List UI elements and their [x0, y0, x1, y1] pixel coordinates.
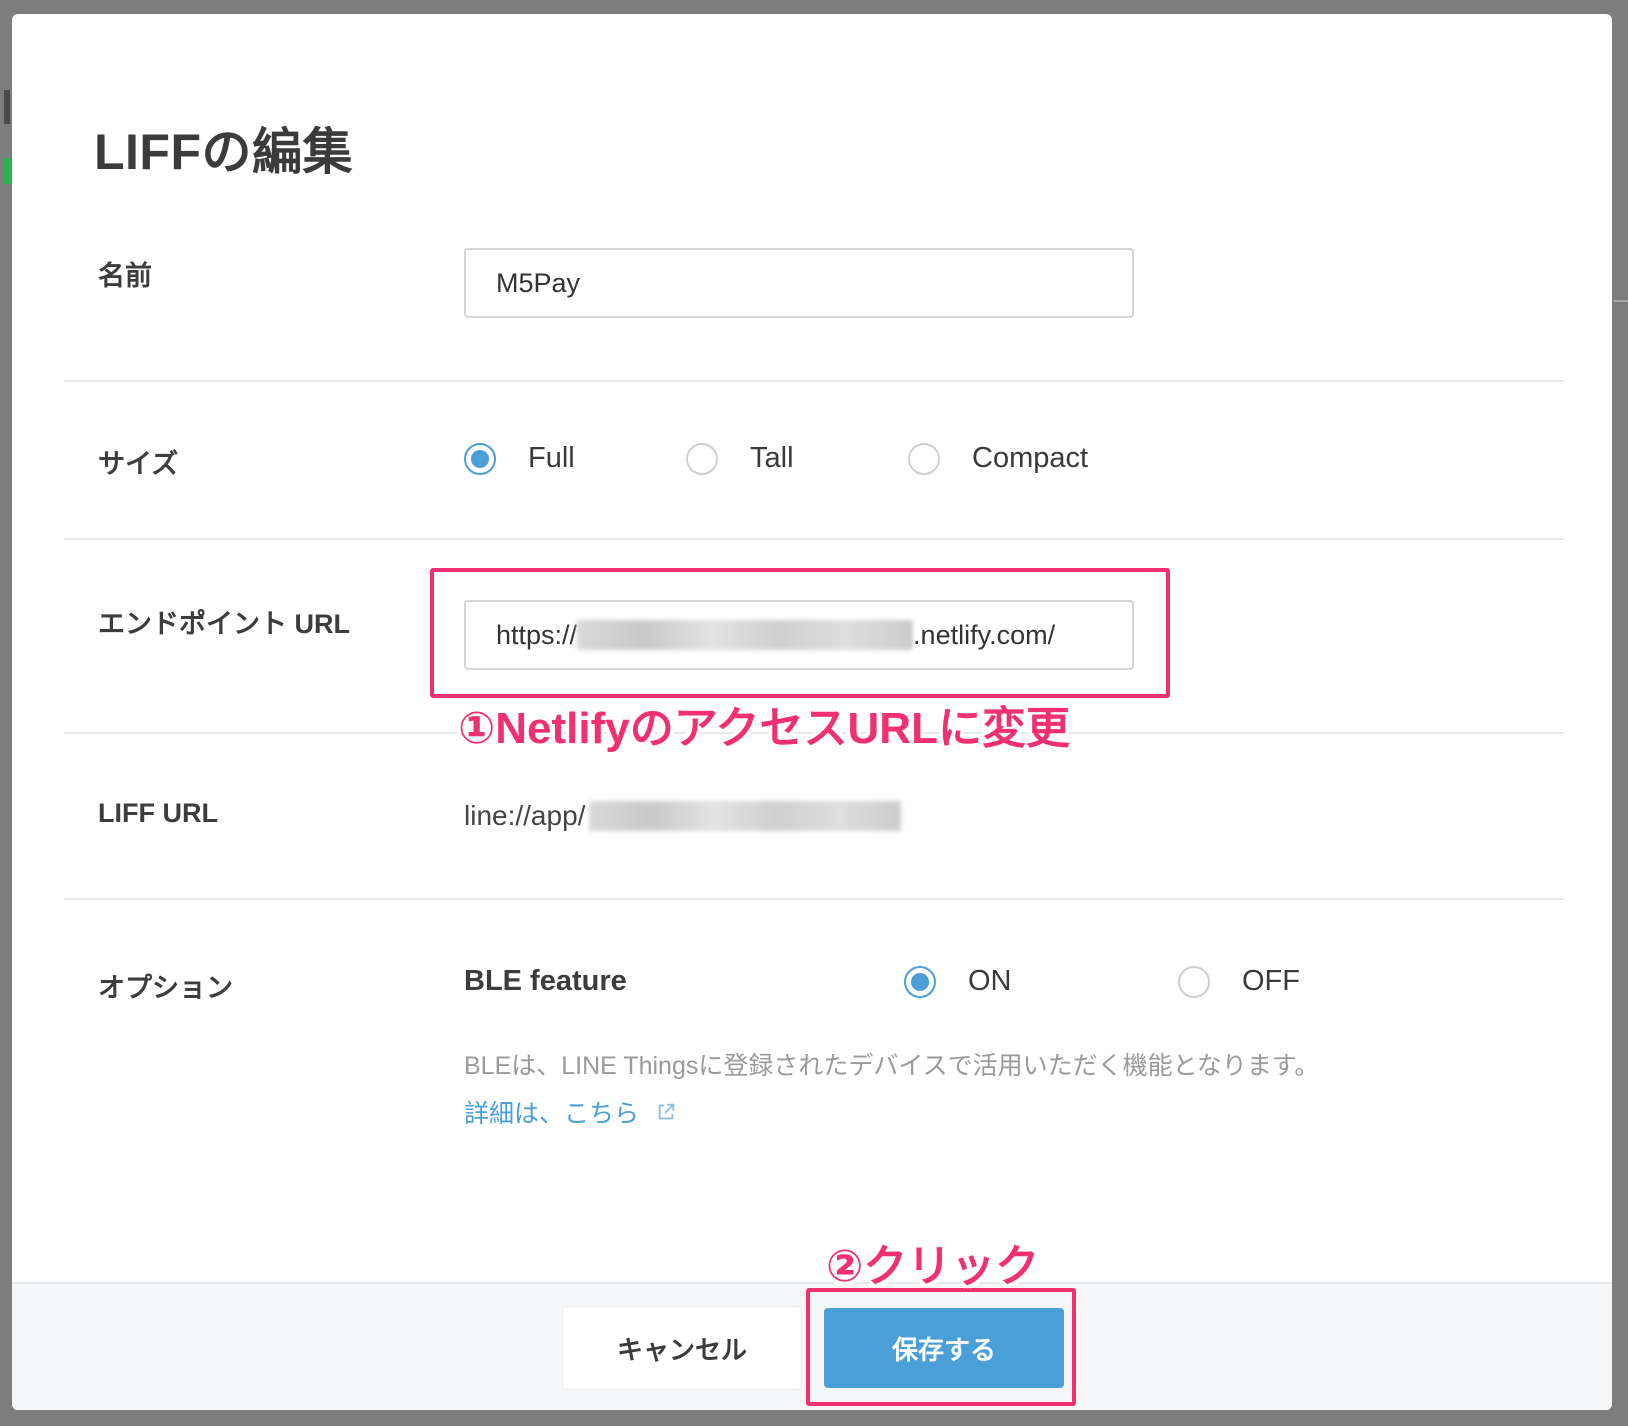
name-label: 名前: [98, 261, 152, 291]
background-page-divider: [1614, 300, 1628, 302]
cancel-button[interactable]: キャンセル: [562, 1306, 802, 1390]
options-label: オプション: [98, 973, 233, 1003]
ble-details-link[interactable]: 詳細は、こちら: [464, 1094, 677, 1130]
ble-feature-label: BLE feature: [464, 965, 627, 997]
size-option-full[interactable]: Full: [464, 442, 575, 475]
background-page-indicator: [4, 158, 12, 184]
ble-option-on[interactable]: ON: [904, 965, 1012, 998]
redacted-liff-id: [589, 801, 902, 831]
annotation-box-endpoint: [430, 568, 1170, 698]
name-input[interactable]: M5Pay: [464, 248, 1134, 318]
name-input-value: M5Pay: [496, 267, 581, 298]
endpoint-url-label: エンドポイント URL: [98, 609, 350, 639]
ble-option-off[interactable]: OFF: [1178, 965, 1300, 998]
ble-details-link-label: 詳細は、こちら: [464, 1100, 640, 1128]
annotation-step1: ①NetlifyのアクセスURLに変更: [458, 704, 1070, 753]
annotation-step2: ②クリック: [826, 1242, 1040, 1291]
divider: [64, 898, 1564, 900]
size-label: サイズ: [98, 449, 179, 479]
ble-option-off-label: OFF: [1242, 965, 1300, 997]
radio-checked-icon[interactable]: [904, 965, 936, 998]
external-link-icon: [658, 1103, 675, 1120]
divider: [64, 538, 1564, 540]
ble-option-on-label: ON: [968, 965, 1012, 997]
divider: [64, 380, 1564, 382]
ble-help-text: BLEは、LINE Thingsに登録されたデバイスで活用いただく機能となります…: [464, 1052, 1320, 1080]
dialog-title: LIFFの編集: [94, 124, 354, 180]
radio-unchecked-icon[interactable]: [1178, 965, 1210, 998]
background-page-fragment: [4, 90, 10, 124]
liff-url-value: line://app/: [464, 800, 902, 832]
size-option-tall[interactable]: Tall: [686, 442, 794, 475]
size-option-compact[interactable]: Compact: [908, 442, 1088, 475]
size-option-full-label: Full: [528, 442, 575, 474]
annotation-box-save: [806, 1288, 1076, 1406]
size-option-tall-label: Tall: [750, 442, 794, 474]
size-option-compact-label: Compact: [972, 442, 1089, 474]
radio-checked-icon[interactable]: [464, 442, 496, 475]
liff-url-prefix: line://app/: [464, 800, 586, 831]
radio-unchecked-icon[interactable]: [686, 442, 718, 475]
liff-url-label: LIFF URL: [98, 798, 218, 828]
radio-unchecked-icon[interactable]: [908, 442, 940, 475]
